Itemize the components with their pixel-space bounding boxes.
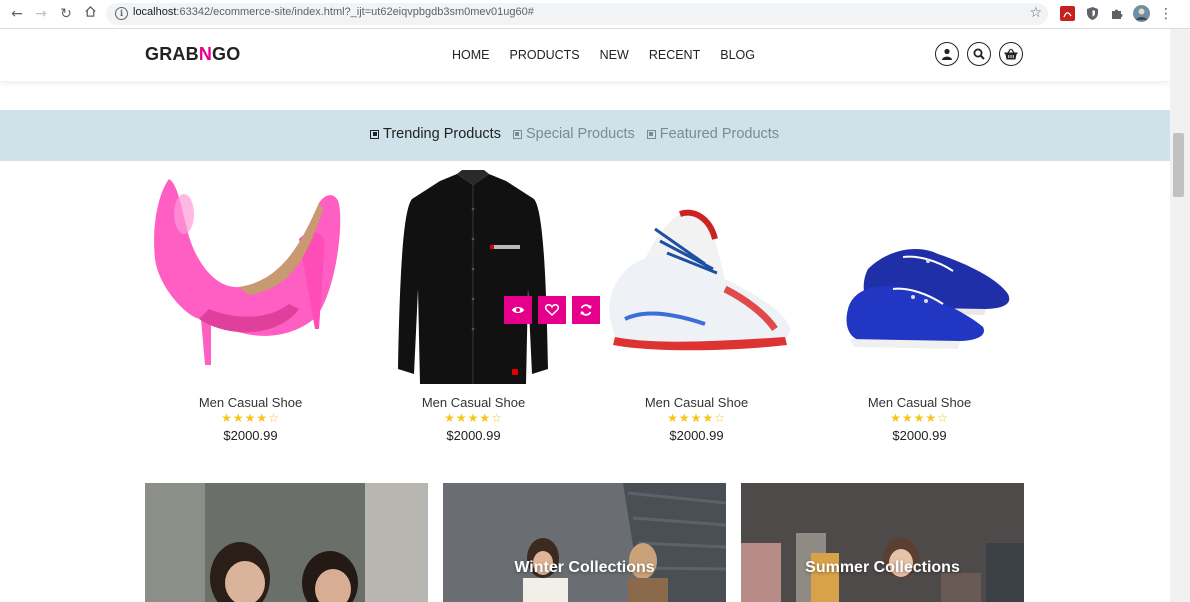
pink-heel-image[interactable] <box>139 169 362 394</box>
tab-featured-products[interactable]: Featured Products <box>646 126 780 142</box>
logo-prefix: GRAB <box>145 44 199 64</box>
nav-home[interactable]: HOME <box>452 48 490 62</box>
bookmark-star-icon[interactable]: ☆ <box>1029 5 1042 21</box>
collection-banners: Winter Collections Summer Collections <box>145 483 1024 602</box>
tab-label: Featured Products <box>659 126 780 142</box>
logo-suffix: GO <box>212 44 241 64</box>
site-info-icon[interactable]: i <box>115 7 128 20</box>
product-name[interactable]: Men Casual Shoe <box>139 395 362 410</box>
product-price: $2000.99 <box>446 428 501 443</box>
url-path: :63342/ecommerce-site/index.html?_ijt=ut… <box>176 6 534 18</box>
header-actions <box>935 42 1023 66</box>
browser-toolbar: ← → ↻ i localhost:63342/ecommerce-site/i… <box>0 0 1190 29</box>
nav-new[interactable]: NEW <box>600 48 629 62</box>
product-card[interactable]: Men Casual Shoe ★★★★☆ $2000.99 <box>139 169 362 449</box>
product-card[interactable]: Men Casual Shoe ★★★★☆ $2000.99 <box>585 169 808 449</box>
star-rating: ★★★★☆ <box>221 411 280 425</box>
basket-icon[interactable] <box>999 42 1023 66</box>
page-scrollbar[interactable] <box>1170 29 1190 602</box>
address-bar[interactable]: i localhost:63342/ecommerce-site/index.h… <box>106 3 1048 25</box>
web-page: GRABNGO HOME PRODUCTS NEW RECENT BLOG Tr… <box>0 29 1170 602</box>
user-icon[interactable] <box>935 42 959 66</box>
product-hover-actions <box>504 296 600 324</box>
site-logo[interactable]: GRABNGO <box>145 44 240 65</box>
product-price: $2000.99 <box>669 428 724 443</box>
search-icon[interactable] <box>967 42 991 66</box>
star-rating: ★★★★☆ <box>444 411 503 425</box>
home-icon[interactable] <box>81 5 99 23</box>
site-header: GRABNGO HOME PRODUCTS NEW RECENT BLOG <box>0 29 1170 81</box>
blue-loafer-image[interactable] <box>808 169 1031 394</box>
url-host: localhost <box>133 6 177 18</box>
product-price: $2000.99 <box>223 428 278 443</box>
nav-recent[interactable]: RECENT <box>649 48 700 62</box>
collection-banner[interactable]: Winter Collections <box>443 483 726 602</box>
heart-icon[interactable] <box>538 296 566 324</box>
tab-marker-icon <box>512 129 522 139</box>
product-tabs-bar: Trending Products Special Products Featu… <box>0 110 1170 161</box>
tab-label: Trending Products <box>383 126 501 142</box>
refresh-icon[interactable] <box>572 296 600 324</box>
collection-banner[interactable]: Summer Collections <box>741 483 1024 602</box>
product-tabs: Trending Products Special Products Featu… <box>370 126 779 142</box>
nav-blog[interactable]: BLOG <box>720 48 755 62</box>
logo-accent: N <box>198 44 213 64</box>
tab-marker-icon <box>370 129 379 139</box>
forward-icon[interactable]: → <box>32 5 50 23</box>
tab-label: Special Products <box>525 126 635 142</box>
tab-special-products[interactable]: Special Products <box>512 126 635 142</box>
collection-banner[interactable] <box>145 483 428 602</box>
reload-icon[interactable]: ↻ <box>57 5 75 23</box>
puzzle-extensions-icon[interactable] <box>1109 6 1124 21</box>
tab-marker-icon <box>646 129 656 139</box>
url-text[interactable]: localhost:63342/ecommerce-site/index.htm… <box>133 6 534 18</box>
main-nav: HOME PRODUCTS NEW RECENT BLOG <box>452 48 755 62</box>
profile-avatar-icon[interactable] <box>1133 5 1150 22</box>
pdf-extension-icon[interactable] <box>1060 6 1075 21</box>
eye-icon[interactable] <box>504 296 532 324</box>
banner-label: Winter Collections <box>514 559 655 576</box>
product-name[interactable]: Men Casual Shoe <box>585 395 808 410</box>
banner-label: Summer Collections <box>805 559 960 576</box>
star-rating: ★★★★☆ <box>667 411 726 425</box>
sneaker-image[interactable] <box>585 169 808 394</box>
product-card[interactable]: Men Casual Shoe ★★★★☆ $2000.99 <box>808 169 1031 449</box>
product-name[interactable]: Men Casual Shoe <box>362 395 585 410</box>
product-price: $2000.99 <box>892 428 947 443</box>
back-icon[interactable]: ← <box>8 5 26 23</box>
browser-menu-icon[interactable]: ⋮ <box>1157 5 1175 23</box>
scrollbar-thumb[interactable] <box>1173 133 1184 197</box>
product-name[interactable]: Men Casual Shoe <box>808 395 1031 410</box>
tab-trending-products[interactable]: Trending Products <box>370 126 501 142</box>
nav-products[interactable]: PRODUCTS <box>510 48 580 62</box>
black-shirt-image[interactable] <box>362 169 585 394</box>
star-rating: ★★★★☆ <box>890 411 949 425</box>
shield-extension-icon[interactable] <box>1085 6 1100 21</box>
